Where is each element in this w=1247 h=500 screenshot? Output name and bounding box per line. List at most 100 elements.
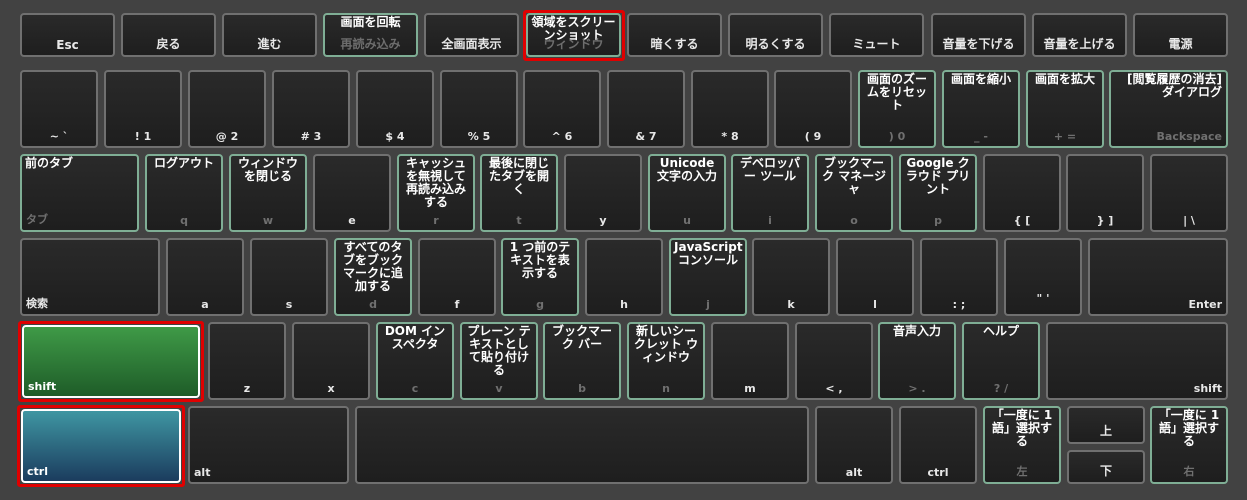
- key-arrow-right[interactable]: 「一度に 1 語」選択する右: [1150, 406, 1228, 484]
- key-3[interactable]: # 3: [272, 70, 350, 148]
- key-fullscreen[interactable]: 全画面表示: [424, 13, 519, 57]
- key-label-base: ミュート: [852, 37, 901, 51]
- key-esc[interactable]: Esc: [20, 13, 115, 57]
- key-label-base: z: [243, 382, 251, 395]
- key-label-base: 進む: [257, 37, 282, 51]
- key-label-base: : ;: [952, 298, 966, 311]
- key-bright-up[interactable]: 明るくする: [728, 13, 823, 57]
- key-tab[interactable]: 前のタブ タブ: [20, 154, 139, 232]
- key-5[interactable]: % 5: [440, 70, 518, 148]
- key-minus[interactable]: 画面を縮小 _ -: [942, 70, 1020, 148]
- key-g[interactable]: 1 つ前のテキストを表示する g: [501, 238, 579, 316]
- key-1[interactable]: ! 1: [104, 70, 182, 148]
- key-m[interactable]: m: [711, 322, 789, 400]
- key-label-top: 「一度に 1 語」選択する: [991, 408, 1053, 448]
- key-k[interactable]: k: [752, 238, 830, 316]
- key-l[interactable]: l: [836, 238, 914, 316]
- key-t[interactable]: 最後に閉じたタブを開く t: [480, 154, 558, 232]
- key-9[interactable]: ( 9: [774, 70, 852, 148]
- key-arrow-down[interactable]: 下: [1067, 450, 1145, 484]
- key-b[interactable]: ブックマーク バー b: [543, 322, 621, 400]
- key-rbracket[interactable]: } ]: [1066, 154, 1144, 232]
- key-comma[interactable]: < ,: [795, 322, 873, 400]
- key-z[interactable]: z: [208, 322, 286, 400]
- key-alt-right[interactable]: alt: [815, 406, 893, 484]
- key-label-base: & 7: [635, 130, 657, 143]
- key-y[interactable]: y: [564, 154, 642, 232]
- key-r[interactable]: キャッシュを無視して再読み込みする r: [397, 154, 475, 232]
- key-n[interactable]: 新しいシークレット ウィンドウ n: [627, 322, 705, 400]
- key-x[interactable]: x: [292, 322, 370, 400]
- key-8[interactable]: * 8: [691, 70, 769, 148]
- key-label-top: プレーン テキストとして貼り付ける: [467, 324, 531, 377]
- key-q[interactable]: ログアウト q: [145, 154, 223, 232]
- key-label-base: e: [348, 214, 356, 227]
- key-quote[interactable]: " ': [1004, 238, 1082, 316]
- key-forward[interactable]: 進む: [222, 13, 317, 57]
- key-shift-right[interactable]: shift: [1046, 322, 1228, 400]
- key-backtick[interactable]: ~ `: [20, 70, 98, 148]
- key-i[interactable]: デベロッパー ツール i: [731, 154, 809, 232]
- key-search[interactable]: 検索: [20, 238, 160, 316]
- key-v[interactable]: プレーン テキストとして貼り付ける v: [460, 322, 538, 400]
- key-enter[interactable]: Enter: [1088, 238, 1228, 316]
- key-f[interactable]: f: [418, 238, 496, 316]
- key-equals[interactable]: 画面を拡大 + =: [1026, 70, 1104, 148]
- key-label-base: h: [620, 298, 628, 311]
- key-label-base: 明るくする: [745, 37, 806, 51]
- key-label-base: 右: [1183, 465, 1195, 478]
- key-overview[interactable]: 領域をスクリーンショット ウィンドウ: [526, 13, 621, 57]
- key-7[interactable]: & 7: [607, 70, 685, 148]
- key-lbracket[interactable]: { [: [983, 154, 1061, 232]
- key-label-top: 音声入力: [892, 324, 941, 338]
- key-back[interactable]: 戻る: [121, 13, 216, 57]
- key-h[interactable]: h: [585, 238, 663, 316]
- key-vol-down[interactable]: 音量を下げる: [931, 13, 1026, 57]
- key-space[interactable]: [355, 406, 809, 484]
- key-label-top: 画面のズームをリセット: [866, 72, 927, 112]
- key-label-top: キャッシュを無視して再読み込みする: [405, 156, 466, 209]
- key-j[interactable]: JavaScript コンソール j: [669, 238, 747, 316]
- key-ctrl-right[interactable]: ctrl: [899, 406, 977, 484]
- key-a[interactable]: a: [166, 238, 244, 316]
- key-label-top: 「一度に 1 語」選択する: [1158, 408, 1220, 448]
- key-2[interactable]: @ 2: [188, 70, 266, 148]
- key-p[interactable]: Google クラウド プリント p: [899, 154, 977, 232]
- key-c[interactable]: DOM インスペクタ c: [376, 322, 454, 400]
- key-label-base: m: [744, 382, 756, 395]
- key-alt-left[interactable]: alt: [188, 406, 349, 484]
- key-o[interactable]: ブックマーク マネージャ o: [815, 154, 893, 232]
- key-shift-left[interactable]: shift: [22, 325, 200, 398]
- key-label-base: i: [768, 214, 772, 227]
- key-d[interactable]: すべてのタブをブックマークに追加する d: [334, 238, 412, 316]
- key-6[interactable]: ^ 6: [523, 70, 601, 148]
- key-label-top: 最後に閉じたタブを開く: [488, 156, 549, 196]
- key-label-base: shift: [1193, 382, 1222, 395]
- key-ctrl-left[interactable]: ctrl: [21, 409, 181, 483]
- key-arrow-up[interactable]: 上: [1067, 406, 1145, 444]
- key-arrow-left[interactable]: 「一度に 1 語」選択する左: [983, 406, 1061, 484]
- key-label-base: Esc: [56, 38, 79, 52]
- key-semicolon[interactable]: : ;: [920, 238, 998, 316]
- key-e[interactable]: e: [313, 154, 391, 232]
- key-backspace[interactable]: [閲覧履歴の消去] ダイアログ Backspace: [1109, 70, 1228, 148]
- key-rotate[interactable]: 画面を回転 再読み込み: [323, 13, 418, 57]
- key-s[interactable]: s: [250, 238, 328, 316]
- key-mute[interactable]: ミュート: [829, 13, 924, 57]
- key-4[interactable]: $ 4: [356, 70, 434, 148]
- key-vol-up[interactable]: 音量を上げる: [1032, 13, 1127, 57]
- key-0[interactable]: 画面のズームをリセット) 0: [858, 70, 936, 148]
- key-label-base: 上: [1099, 424, 1112, 438]
- key-u[interactable]: Unicode 文字の入力 u: [648, 154, 726, 232]
- key-power[interactable]: 電源: [1133, 13, 1228, 57]
- key-w[interactable]: ウィンドウを閉じる w: [229, 154, 307, 232]
- key-label-base: ! 1: [134, 130, 152, 143]
- key-label-top: 1 つ前のテキストを表示する: [509, 240, 571, 280]
- key-label-top: 画面を回転: [340, 15, 401, 29]
- key-backslash[interactable]: | \: [1150, 154, 1228, 232]
- key-period[interactable]: 音声入力 > .: [878, 322, 956, 400]
- key-label-base: > .: [908, 382, 926, 395]
- key-bright-down[interactable]: 暗くする: [627, 13, 722, 57]
- key-label-top: 画面を縮小: [950, 72, 1011, 86]
- key-slash[interactable]: ヘルプ ? /: [962, 322, 1040, 400]
